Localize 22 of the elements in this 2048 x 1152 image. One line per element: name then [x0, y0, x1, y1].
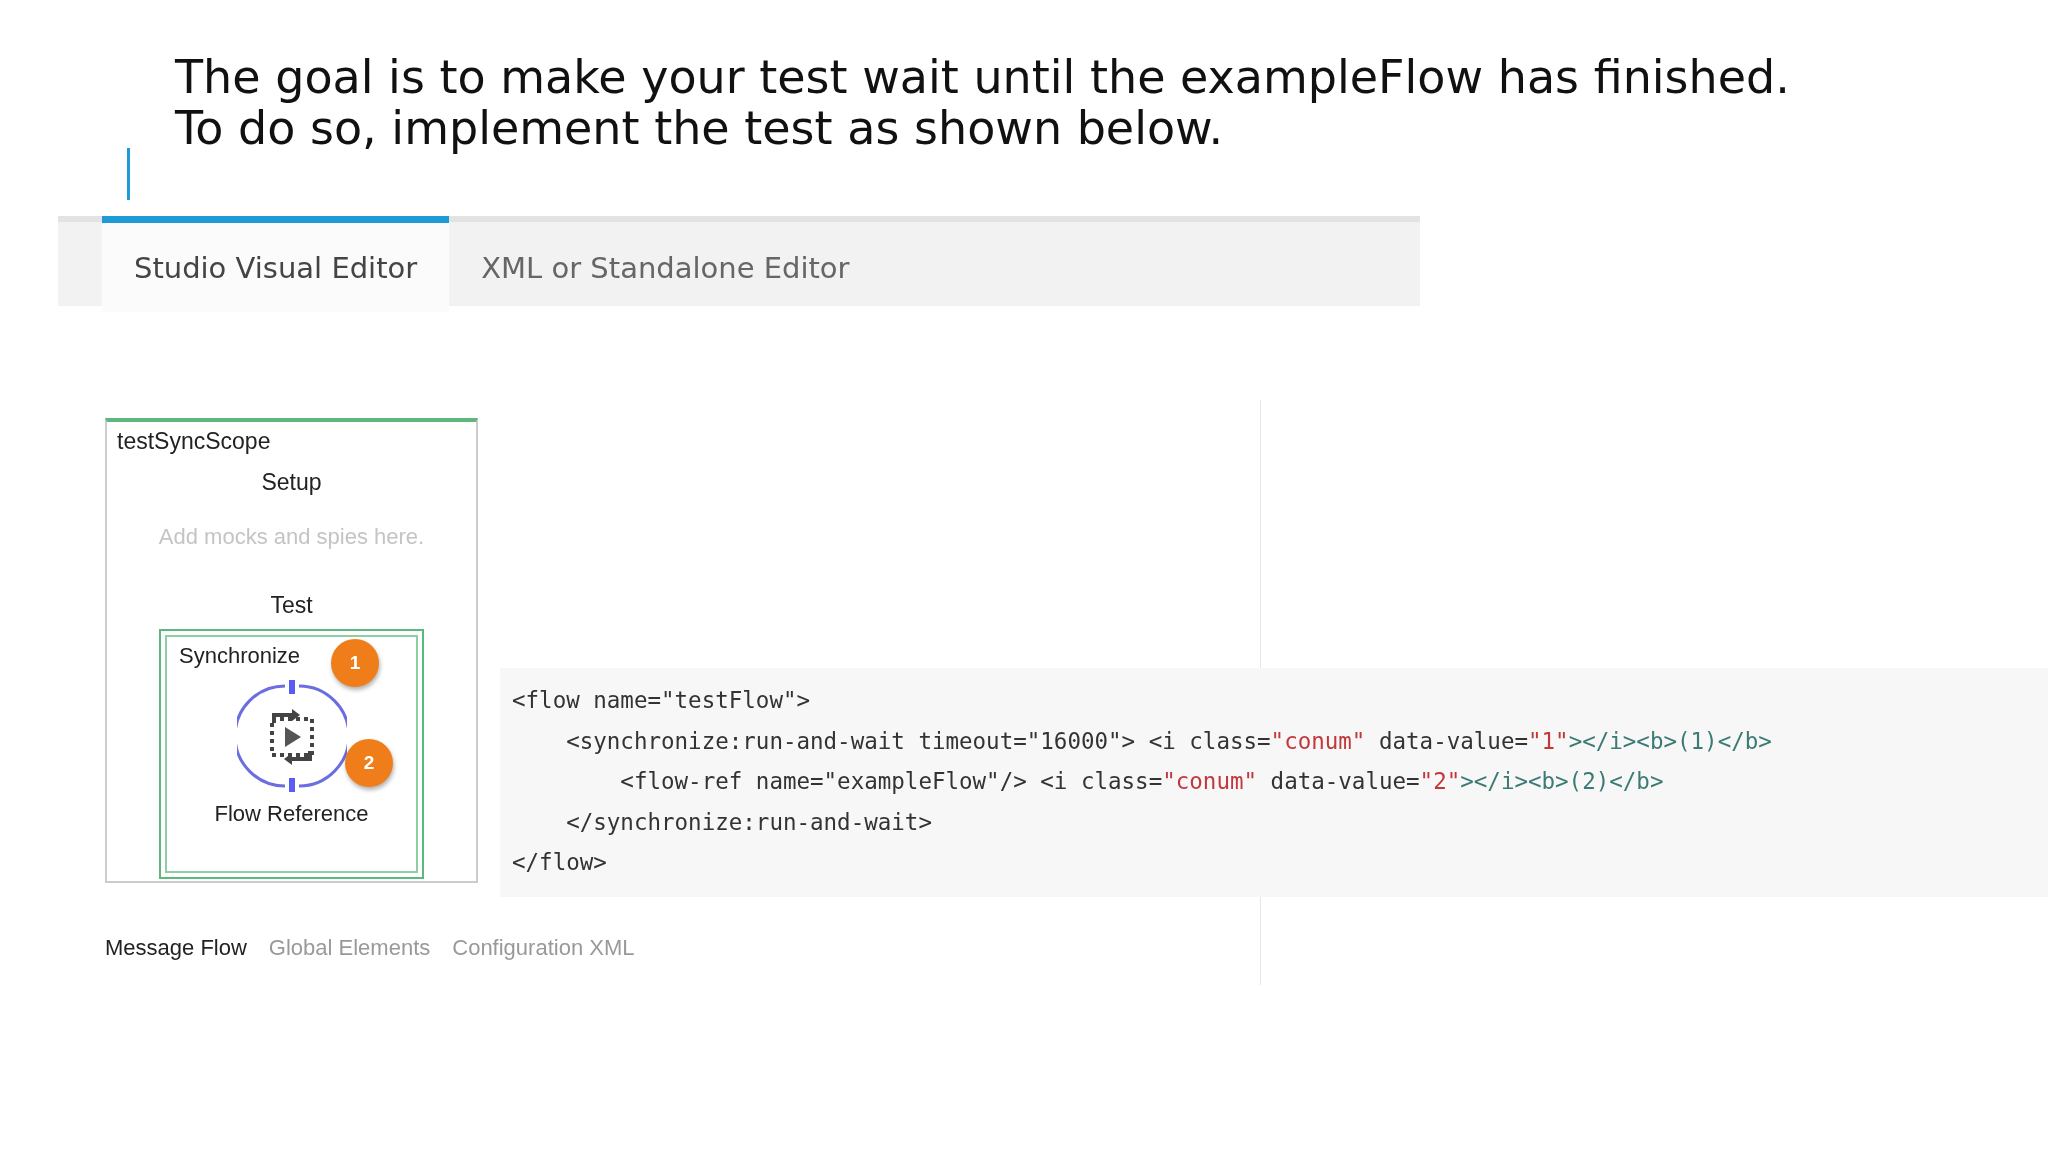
editor-tab[interactable]: Studio Visual Editor: [102, 216, 450, 312]
flow-reference-icon: [236, 679, 347, 793]
section-label: Setup: [261, 469, 322, 496]
view-tab[interactable]: Message Flow: [105, 934, 247, 961]
code-line: <synchronize:run-and-wait timeout="16000"> <i class="conum" data-value="1"></i><b>(1)</b>: [565, 726, 1773, 756]
code-line: <flow name="testFlow">: [512, 686, 811, 715]
code-line: </flow>: [512, 848, 608, 877]
callout-badge: 1: [331, 639, 379, 687]
placeholder-text: Add mocks and spies here.: [158, 524, 425, 550]
heading-text: To do so, implement the test as shown below.: [175, 103, 1224, 154]
scope-title: Synchronize: [179, 643, 301, 669]
view-tab[interactable]: Configuration XML: [452, 934, 635, 961]
component-label: Flow Reference: [214, 801, 369, 827]
accent-bar: [127, 148, 130, 200]
scope-title: testSyncScope: [117, 428, 271, 455]
section-label: Test: [270, 592, 313, 619]
view-tab[interactable]: Global Elements: [268, 934, 431, 961]
editor-tab[interactable]: XML or Standalone Editor: [449, 216, 882, 312]
heading-text: The goal is to make your test wait until the exampleFlow has finished.: [175, 52, 1791, 103]
code-line: <flow-ref name="exampleFlow"/> <i class="conum" data-value="2"></i><b>(2)</b>: [619, 767, 1665, 796]
callout-badge: 2: [345, 739, 393, 787]
code-line: </synchronize:run-and-wait>: [565, 807, 933, 837]
